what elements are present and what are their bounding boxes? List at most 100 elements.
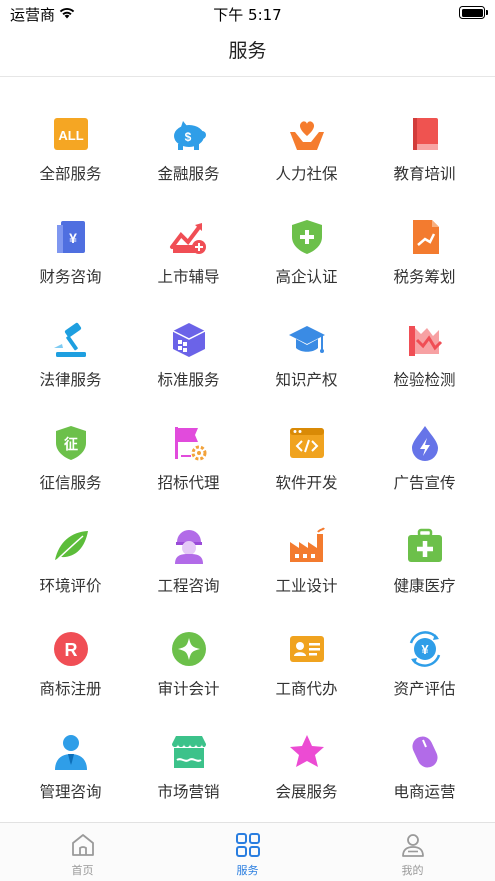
service-label: 征信服务 [39,474,102,492]
worker-icon [174,530,203,564]
service-label: 商标注册 [39,680,102,698]
service-label: 会展服务 [275,783,338,801]
service-label: 高企认证 [275,268,338,286]
service-label: 全部服务 [39,165,102,183]
svg-text:¥: ¥ [69,230,77,246]
service-label: 资产评估 [393,680,456,698]
service-label: 教育培训 [393,165,456,183]
service-item[interactable]: 检验检测 [366,306,484,409]
service-label: 软件开发 [275,474,338,492]
yen-cycle-icon: ¥ [409,631,440,667]
service-item[interactable]: 税务筹划 [366,203,484,306]
mouse-icon [411,736,438,768]
service-label: 税务筹划 [393,268,456,286]
user-icon [401,834,424,857]
service-label: 审计会计 [157,680,220,698]
service-item[interactable]: 工程咨询 [130,512,248,615]
service-label: 人力社保 [275,165,338,183]
service-item[interactable]: 软件开发 [248,409,366,512]
svg-text:¥: ¥ [421,642,429,657]
service-item[interactable]: 健康医疗 [366,512,484,615]
growth-chart-icon [169,223,206,254]
tab-mine-label: 我的 [401,864,424,877]
tax-doc-icon [412,220,439,254]
service-item[interactable]: 人力社保 [248,100,366,203]
medical-kit-icon [407,528,442,562]
credit-shield-icon: 征 [55,426,86,460]
star-icon [289,735,324,767]
service-item[interactable]: 会展服务 [248,718,366,821]
service-label: 广告宣传 [393,474,456,492]
clock: 下午 5:17 [213,6,282,24]
service-item[interactable]: 征征信服务 [12,409,130,512]
service-item[interactable]: 知识产权 [248,306,366,409]
piggy-bank-icon: $ [173,121,206,150]
code-window-icon [289,428,324,458]
header-divider [0,76,495,77]
service-label: 招标代理 [157,474,220,492]
svg-text:征: 征 [64,436,78,453]
manager-icon [54,735,87,770]
finance-doc-icon: ¥ [56,221,85,253]
service-item[interactable]: 审计会计 [130,615,248,718]
service-item[interactable]: 标准服务 [130,306,248,409]
tab-mine[interactable]: 我的 [330,823,495,881]
service-item[interactable]: 上市辅导 [130,203,248,306]
book-icon [412,118,438,150]
service-item[interactable]: $ 金融服务 [130,100,248,203]
tab-bar: 首页 服务 我的 [0,822,495,881]
service-item[interactable]: 广告宣传 [366,409,484,512]
service-item[interactable]: 高企认证 [248,203,366,306]
factory-icon [289,527,325,562]
service-label: 金融服务 [157,165,220,183]
service-label: 上市辅导 [157,268,220,286]
service-grid: ALL 全部服务 $ 金融服务 人力社保 教育培训 ¥ 财务咨询 上市辅导 高企认证 税务筹划法律服… [0,100,495,821]
service-item[interactable]: R 商标注册 [12,615,130,718]
storefront-icon [171,736,206,768]
service-item[interactable]: 市场营销 [130,718,248,821]
tab-services[interactable]: 服务 [165,823,330,881]
flag-gear-icon [174,427,206,461]
service-item[interactable]: 招标代理 [130,409,248,512]
service-item[interactable]: 工商代办 [248,615,366,718]
service-label: 检验检测 [393,371,456,389]
tab-home[interactable]: 首页 [0,823,165,881]
graduation-cap-icon [288,326,325,353]
service-item[interactable]: 工业设计 [248,512,366,615]
audit-icon [171,632,206,666]
svg-text:$: $ [184,130,191,144]
shield-plus-icon [291,220,322,254]
service-label: 管理咨询 [39,783,102,801]
service-label: 知识产权 [275,371,338,389]
service-label: 电商运营 [393,783,456,801]
status-bar: 运营商 下午 5:17 [0,0,495,28]
service-item[interactable]: 环境评价 [12,512,130,615]
tab-services-label: 服务 [236,864,259,877]
service-label: 工业设计 [275,577,338,595]
grid-icon [235,833,260,857]
hands-heart-icon [289,121,324,150]
service-item[interactable]: ¥ 资产评估 [366,615,484,718]
all-icon: ALL [53,118,88,150]
cube-icon [172,323,205,357]
page-title: 服务 [228,40,267,62]
service-item[interactable]: ALL 全部服务 [12,100,130,203]
id-card-icon [289,636,324,662]
service-label: 工程咨询 [157,577,220,595]
battery-icon [459,6,488,19]
service-label: 工商代办 [275,680,338,698]
svg-text:ALL: ALL [58,128,83,143]
service-item[interactable]: ¥ 财务咨询 [12,203,130,306]
service-item[interactable]: 电商运营 [366,718,484,821]
service-item[interactable]: 教育培训 [366,100,484,203]
service-label: 环境评价 [39,577,102,595]
svg-text:R: R [64,640,77,660]
service-label: 标准服务 [157,371,220,389]
service-item[interactable]: 管理咨询 [12,718,130,821]
service-item[interactable]: 法律服务 [12,306,130,409]
trademark-icon: R [53,632,88,666]
inspection-icon [408,326,442,356]
leaf-icon [54,531,88,561]
service-label: 市场营销 [157,783,220,801]
tab-home-label: 首页 [71,864,94,877]
